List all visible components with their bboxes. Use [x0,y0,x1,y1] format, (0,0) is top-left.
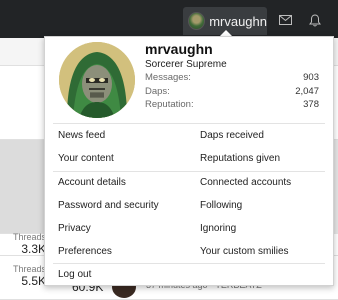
menu-link-following[interactable]: Following [200,200,242,211]
logout-link[interactable]: Log out [58,269,91,280]
daps-stat[interactable]: Daps: 2,047 [145,85,319,99]
menu-link-news-feed[interactable]: News feed [58,130,105,141]
menu-divider [53,123,325,124]
page-side-block [0,140,46,234]
menu-link-preferences[interactable]: Preferences [58,246,112,257]
menu-link-ignoring[interactable]: Ignoring [200,223,236,234]
user-dropdown-menu: mrvaughn Sorcerer Supreme Messages: 903 … [44,36,334,286]
menu-divider [53,171,325,172]
profile-stats: Messages: 903 Daps: 2,047 Reputation: 37… [145,71,319,112]
stat-label: Messages: [145,72,191,83]
menu-link-password-security[interactable]: Password and security [58,200,159,211]
menu-link-connected-accounts[interactable]: Connected accounts [200,177,291,188]
threads-label: Threads [12,264,46,274]
stat-value: 378 [303,99,319,110]
threads-label: Threads [12,232,46,242]
profile-avatar[interactable] [59,42,135,118]
menu-divider [53,263,325,264]
menu-link-reputations-given[interactable]: Reputations given [200,153,280,164]
messages-stat[interactable]: Messages: 903 [145,71,319,85]
menu-link-account-details[interactable]: Account details [58,177,126,188]
threads-stat: Threads 5.5K [0,264,46,288]
stat-label: Daps: [145,85,170,97]
threads-value: 3.3K [21,242,46,256]
menu-link-privacy[interactable]: Privacy [58,223,91,234]
profile-name[interactable]: mrvaughn [145,41,213,57]
nav-username: mrvaughn [209,13,267,29]
stat-value: 2,047 [295,85,319,97]
threads-value: 5.5K [21,274,46,288]
envelope-icon[interactable] [275,11,295,29]
threads-stat: Threads 3.3K [0,232,46,256]
menu-link-your-content[interactable]: Your content [58,153,114,164]
stat-value: 903 [303,72,319,83]
menu-link-daps-received[interactable]: Daps received [200,130,264,141]
stat-label: Reputation: [145,99,194,110]
top-navbar: mrvaughn [0,0,338,38]
menu-link-custom-smilies[interactable]: Your custom smilies [200,246,289,257]
profile-header: mrvaughn Sorcerer Supreme Messages: 903 … [45,37,333,121]
reputation-stat[interactable]: Reputation: 378 [145,98,319,112]
bell-icon[interactable] [305,11,325,29]
profile-user-title: Sorcerer Supreme [145,59,227,70]
user-avatar-small [188,12,206,30]
